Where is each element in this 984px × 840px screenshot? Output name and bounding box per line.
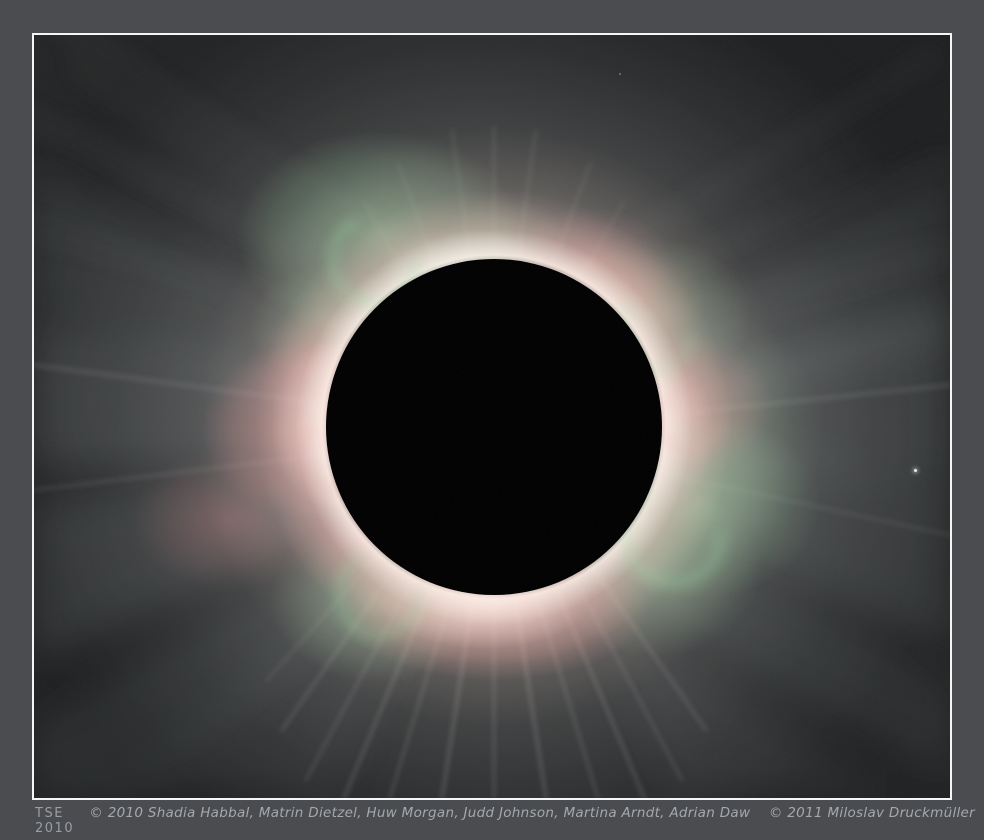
credit-2011: © 2011 Miloslav Druckmüller	[769, 805, 975, 821]
credit-2010: © 2010 Shadia Habbal, Matrin Dietzel, Hu…	[89, 805, 750, 821]
eclipse-photo	[32, 33, 952, 800]
credits: © 2010 Shadia Habbal, Matrin Dietzel, Hu…	[89, 805, 975, 821]
event-label: TSE 2010	[35, 806, 89, 836]
eclipse-viewer-page: TSE 2010 © 2010 Shadia Habbal, Matrin Di…	[0, 0, 984, 840]
vignette-overlay	[34, 35, 950, 798]
caption-bar: TSE 2010 © 2010 Shadia Habbal, Matrin Di…	[35, 805, 975, 836]
